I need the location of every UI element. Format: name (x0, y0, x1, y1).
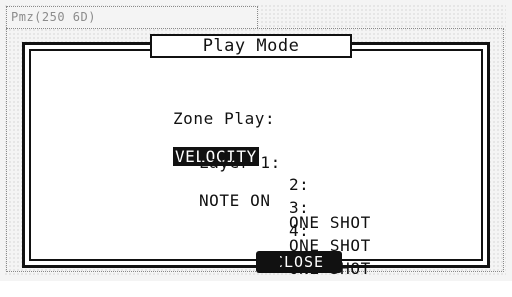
close-button[interactable]: CLOSE (256, 251, 342, 273)
zone-play-label: Zone Play: (172, 109, 276, 128)
background-tab: Pmz(250 6D) (6, 6, 258, 28)
lcd-screen: Pmz(250 6D) Play Mode Zone Play: VELOCIT… (0, 0, 512, 281)
layer-4-label: 4: (288, 221, 310, 240)
dialog-title: Play Mode (150, 34, 352, 58)
layer-4-row: 4: ONE SHOT (248, 202, 371, 297)
